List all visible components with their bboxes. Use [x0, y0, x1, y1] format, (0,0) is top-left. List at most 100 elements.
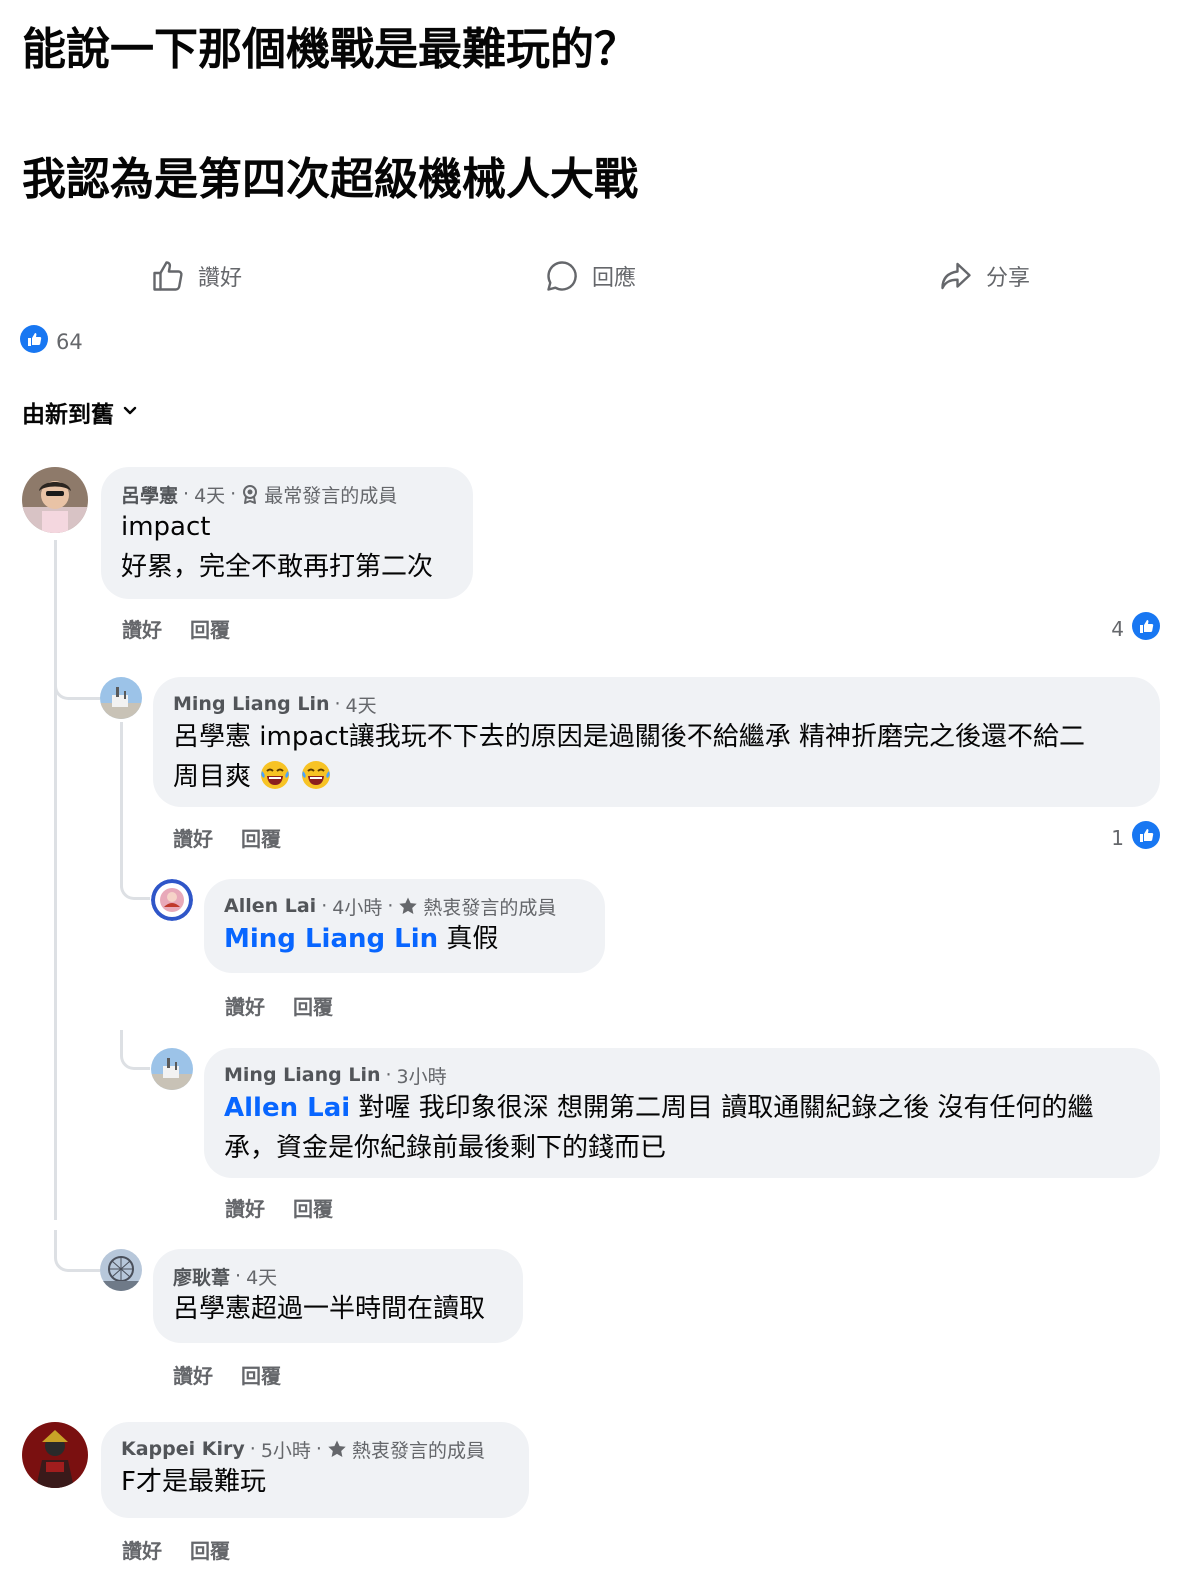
- share-button[interactable]: 分享: [938, 258, 1030, 294]
- comment-like-number: 4: [1111, 616, 1124, 641]
- comment-bubble: Kappei Kiry · 5小時 · 熱衷發言的成員 F才是最難玩: [101, 1422, 529, 1518]
- laughing-tears-emoji-icon: [259, 759, 291, 803]
- comment-reply-button[interactable]: 回覆: [241, 1360, 281, 1389]
- separator-dot: ·: [385, 1064, 392, 1086]
- comment-button[interactable]: 回應: [544, 258, 636, 294]
- award-icon: [241, 484, 259, 504]
- reaction-count: 64: [56, 329, 83, 354]
- thread-connector-reply-1: [54, 660, 100, 700]
- comment-actions: 讚好 回覆: [225, 1193, 333, 1222]
- comment-text-line: impact: [121, 512, 211, 542]
- reaction-summary[interactable]: 64: [20, 325, 83, 358]
- laughing-tears-emoji-icon: [300, 759, 332, 803]
- comment-reply-button[interactable]: 回覆: [241, 823, 281, 852]
- comment-like-count[interactable]: 4: [1111, 612, 1160, 645]
- separator-dot: ·: [183, 483, 190, 505]
- comment-time[interactable]: 4天: [246, 1263, 277, 1290]
- avatar[interactable]: [151, 1048, 193, 1090]
- separator-dot: ·: [387, 895, 394, 917]
- member-badge: 熱衷發言的成員: [351, 1439, 485, 1462]
- separator-dot: ·: [235, 1265, 242, 1287]
- comment-reply-button[interactable]: 回覆: [293, 991, 333, 1020]
- member-badge: 熱衷發言的成員: [423, 896, 557, 919]
- share-label: 分享: [986, 266, 1031, 291]
- like-reaction-icon: [1132, 612, 1160, 645]
- thread-line-main: [54, 540, 57, 1220]
- member-badge: 最常發言的成員: [264, 484, 398, 507]
- comment-like-button[interactable]: 讚好: [225, 991, 265, 1020]
- comment-like-number: 1: [1111, 825, 1124, 850]
- comment-like-button[interactable]: 讚好: [173, 823, 213, 852]
- comment-time[interactable]: 4小時: [332, 893, 382, 920]
- comment-meta: Allen Lai · 4小時 · 熱衷發言的成員: [224, 893, 585, 919]
- comment-meta: 廖耿葦 · 4天: [173, 1263, 503, 1289]
- separator-dot: ·: [315, 1438, 322, 1460]
- comment-author[interactable]: Kappei Kiry: [121, 1438, 245, 1460]
- like-reaction-icon: [1132, 821, 1160, 854]
- comment-author[interactable]: Ming Liang Lin: [173, 693, 330, 715]
- star-icon: [327, 1439, 347, 1459]
- like-button[interactable]: 讚好: [150, 258, 242, 294]
- sort-label: 由新到舊: [22, 402, 114, 428]
- mention-link[interactable]: Allen Lai: [224, 1093, 350, 1123]
- comment-text-line: 呂學憲超過一半時間在讀取: [173, 1294, 486, 1324]
- sort-dropdown[interactable]: 由新到舊: [22, 395, 138, 429]
- comment-time[interactable]: 4天: [346, 691, 377, 718]
- comment-time[interactable]: 5小時: [261, 1436, 311, 1463]
- thread-line-nested: [120, 722, 123, 872]
- star-icon: [398, 896, 418, 916]
- comment-reply-button[interactable]: 回覆: [293, 1193, 333, 1222]
- comment-author[interactable]: 呂學憲: [121, 481, 178, 508]
- thumbs-up-icon: [150, 258, 186, 294]
- comment-time[interactable]: 3小時: [397, 1062, 447, 1089]
- comment-actions: 讚好 回覆: [173, 1360, 281, 1389]
- thread-connector-nested-2: [120, 1030, 150, 1070]
- share-icon: [938, 258, 974, 294]
- avatar[interactable]: [151, 879, 193, 921]
- thread-connector-reply-4: [54, 1230, 100, 1272]
- thread-connector-nested-1: [120, 866, 150, 900]
- comment-meta: Ming Liang Lin · 3小時: [224, 1062, 1140, 1088]
- post-text-line-1: 能說一下那個機戰是最難玩的？: [22, 24, 638, 75]
- comment-text-line: 承，資金是你紀錄前最後剩下的錢而已: [224, 1133, 667, 1163]
- comment-author[interactable]: Allen Lai: [224, 895, 316, 917]
- separator-dot: ·: [249, 1438, 256, 1460]
- avatar[interactable]: [22, 467, 88, 533]
- avatar[interactable]: [100, 677, 142, 719]
- comment-text-fragment: 對喔 我印象很深 想開第二周目 讀取通關紀錄之後 沒有任何的繼: [350, 1093, 1094, 1123]
- comment-bubble: Ming Liang Lin · 3小時 Allen Lai 對喔 我印象很深 …: [204, 1048, 1160, 1178]
- comment-text-line: 呂學憲 impact讓我玩不下去的原因是過關後不給繼承 精神折磨完之後還不給二: [173, 722, 1086, 752]
- comment-reply-button[interactable]: 回覆: [190, 1535, 230, 1564]
- comment-like-button[interactable]: 讚好: [122, 1535, 162, 1564]
- comment-actions: 讚好 回覆: [122, 614, 230, 643]
- comment-text-line: Allen Lai 對喔 我印象很深 想開第二周目 讀取通關紀錄之後 沒有任何的…: [224, 1088, 1140, 1128]
- comment-time[interactable]: 4天: [194, 481, 225, 508]
- chevron-down-icon: [122, 399, 138, 425]
- comment-text-line: Ming Liang Lin 真假: [224, 919, 585, 959]
- comment-meta: 呂學憲 · 4天 · 最常發言的成員: [121, 481, 453, 507]
- like-label: 讚好: [198, 266, 243, 291]
- comment-text-line: 好累，完全不敢再打第二次: [121, 552, 434, 582]
- comment-like-button[interactable]: 讚好: [122, 614, 162, 643]
- comment-reply-button[interactable]: 回覆: [190, 614, 230, 643]
- comment-bubble: 廖耿葦 · 4天 呂學憲超過一半時間在讀取: [153, 1249, 523, 1343]
- comment-like-button[interactable]: 讚好: [225, 1193, 265, 1222]
- post-text-line-2: 我認為是第四次超級機械人大戰: [22, 154, 638, 205]
- comment-author[interactable]: 廖耿葦: [173, 1263, 230, 1290]
- comment-actions: 讚好 回覆: [122, 1535, 230, 1564]
- separator-dot: ·: [230, 483, 237, 505]
- separator-dot: ·: [334, 693, 341, 715]
- comment-bubble: 呂學憲 · 4天 · 最常發言的成員 impact 好累，完全不敢再打第二次: [101, 467, 473, 599]
- separator-dot: ·: [321, 895, 328, 917]
- comment-like-count[interactable]: 1: [1111, 821, 1160, 854]
- like-reaction-icon: [20, 325, 48, 358]
- comment-bubble: Ming Liang Lin · 4天 呂學憲 impact讓我玩不下去的原因是…: [153, 677, 1160, 807]
- comment-author[interactable]: Ming Liang Lin: [224, 1064, 381, 1086]
- avatar[interactable]: [100, 1249, 142, 1291]
- comment-like-button[interactable]: 讚好: [173, 1360, 213, 1389]
- mention-link[interactable]: Ming Liang Lin: [224, 924, 438, 954]
- avatar[interactable]: [22, 1422, 88, 1488]
- comment-text-line: F才是最難玩: [121, 1467, 266, 1497]
- comment-bubble: Allen Lai · 4小時 · 熱衷發言的成員 Ming Liang Lin…: [204, 879, 605, 973]
- comment-meta: Ming Liang Lin · 4天: [173, 691, 1140, 717]
